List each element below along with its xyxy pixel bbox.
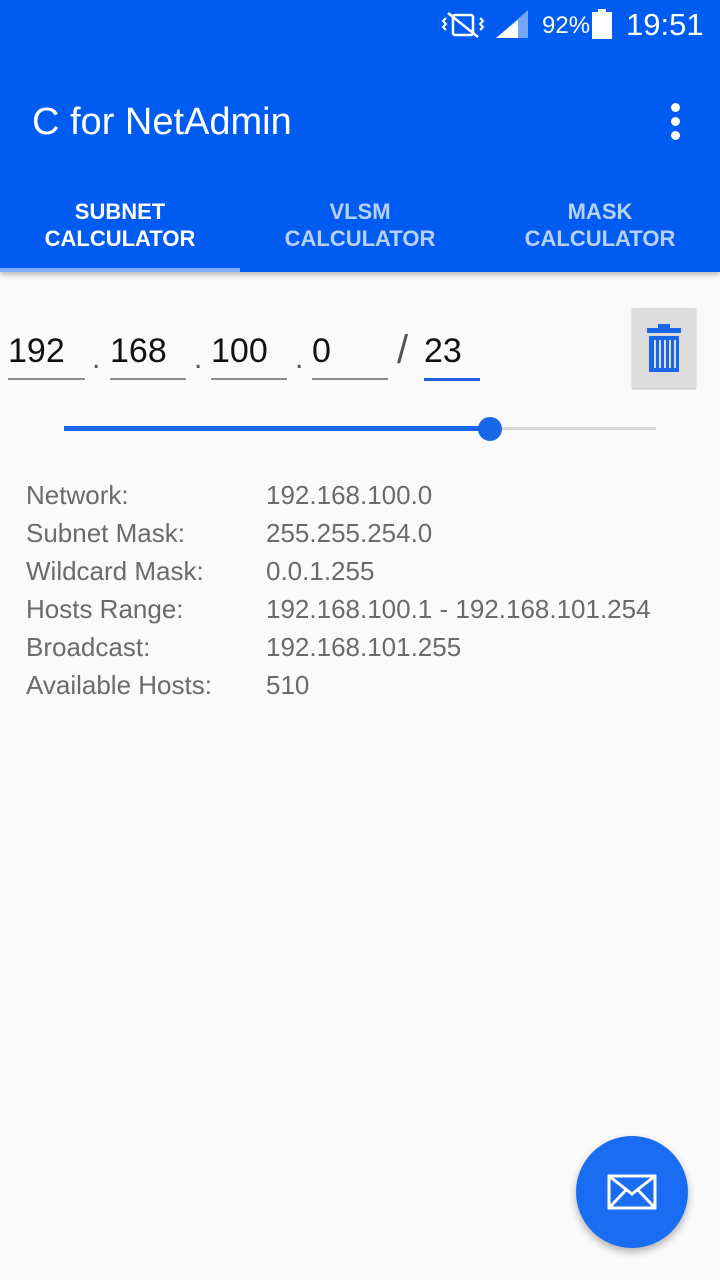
app-title: C for NetAdmin bbox=[32, 101, 292, 143]
trash-icon bbox=[647, 324, 681, 372]
result-row-network: Network: 192.168.100.0 bbox=[26, 476, 706, 514]
tab-label-line1: VLSM bbox=[329, 199, 391, 224]
mail-icon bbox=[607, 1174, 657, 1210]
prefix-separator: / bbox=[397, 328, 409, 372]
slider-fill bbox=[64, 426, 490, 431]
result-label: Wildcard Mask: bbox=[26, 556, 204, 586]
tab-bar: SUBNET CALCULATOR VLSM CALCULATOR MASK C… bbox=[0, 178, 720, 272]
vibrate-mute-icon bbox=[441, 12, 485, 38]
app-bar: C for NetAdmin SUBNET CALCULATOR VLSM CA… bbox=[0, 50, 720, 272]
battery-percent: 92% bbox=[542, 12, 591, 39]
result-row-subnet-mask: Subnet Mask: 255.255.254.0 bbox=[26, 514, 706, 552]
result-row-available-hosts: Available Hosts: 510 bbox=[26, 666, 706, 704]
result-row-wildcard-mask: Wildcard Mask: 0.0.1.255 bbox=[26, 552, 706, 590]
ip-input-row: 192 . 168 . 100 . 0 / 23 bbox=[0, 320, 720, 390]
more-vert-icon[interactable] bbox=[656, 100, 696, 144]
prefix-slider[interactable] bbox=[64, 414, 656, 444]
result-row-hosts-range: Hosts Range: 192.168.100.1 - 192.168.101… bbox=[26, 590, 706, 628]
result-value: 192.168.100.1 - 192.168.101.254 bbox=[266, 594, 651, 624]
delete-button[interactable] bbox=[632, 308, 696, 388]
octet-1-input[interactable]: 192 bbox=[8, 330, 85, 380]
octet-separator: . bbox=[194, 342, 203, 375]
prefix-input[interactable]: 23 bbox=[424, 330, 480, 381]
result-label: Available Hosts: bbox=[26, 670, 212, 700]
results-list: Network: 192.168.100.0 Subnet Mask: 255.… bbox=[26, 476, 706, 704]
result-label: Broadcast: bbox=[26, 632, 151, 662]
tab-mask-calculator[interactable]: MASK CALCULATOR bbox=[480, 178, 720, 272]
battery-icon bbox=[592, 9, 612, 39]
result-value: 192.168.101.255 bbox=[266, 632, 462, 662]
tab-label-line1: SUBNET bbox=[74, 199, 166, 224]
tab-label-line2: CALCULATOR bbox=[284, 226, 436, 251]
result-value: 0.0.1.255 bbox=[266, 556, 375, 586]
mail-fab-button[interactable] bbox=[576, 1136, 688, 1248]
octet-separator: . bbox=[92, 342, 101, 375]
tab-label-line2: CALCULATOR bbox=[44, 226, 196, 251]
tab-label-line2: CALCULATOR bbox=[524, 226, 676, 251]
tab-vlsm-calculator[interactable]: VLSM CALCULATOR bbox=[240, 178, 480, 272]
slider-thumb[interactable] bbox=[478, 417, 502, 441]
tab-label-line1: MASK bbox=[567, 199, 633, 224]
result-label: Subnet Mask: bbox=[26, 518, 185, 548]
status-bar: 92% 19:51 bbox=[0, 0, 720, 50]
tab-subnet-calculator[interactable]: SUBNET CALCULATOR bbox=[0, 178, 240, 272]
result-label: Hosts Range: bbox=[26, 594, 184, 624]
tab-indicator bbox=[0, 268, 240, 272]
signal-icon bbox=[496, 10, 528, 38]
result-label: Network: bbox=[26, 480, 129, 510]
result-value: 255.255.254.0 bbox=[266, 518, 433, 548]
result-value: 192.168.100.0 bbox=[266, 480, 433, 510]
octet-separator: . bbox=[295, 342, 304, 375]
octet-2-input[interactable]: 168 bbox=[110, 330, 186, 380]
result-value: 510 bbox=[266, 670, 310, 700]
result-row-broadcast: Broadcast: 192.168.101.255 bbox=[26, 628, 706, 666]
octet-3-input[interactable]: 100 bbox=[211, 330, 287, 380]
status-time: 19:51 bbox=[626, 7, 704, 42]
screen: 92% 19:51 C for NetAdmin SUBNET CALCULAT… bbox=[0, 0, 720, 1280]
octet-4-input[interactable]: 0 bbox=[312, 330, 388, 380]
